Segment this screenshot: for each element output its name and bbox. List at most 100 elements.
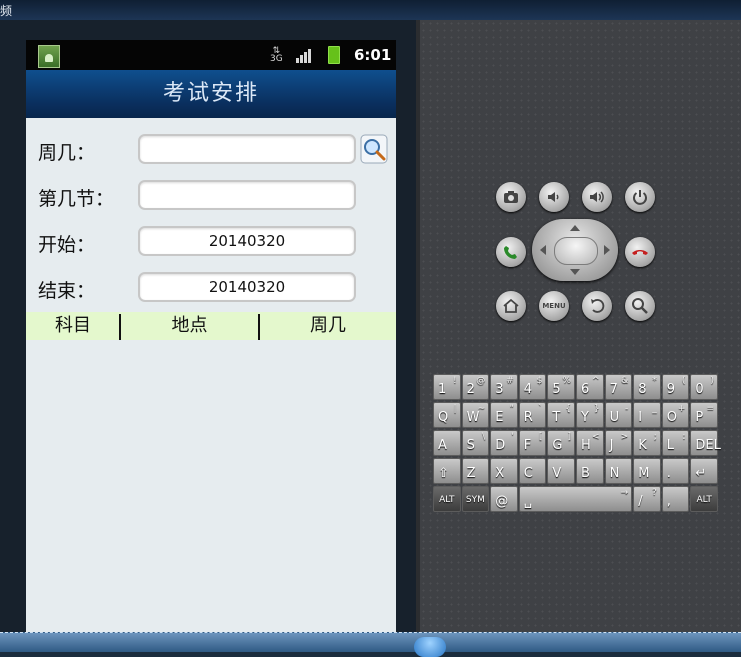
key-2-0[interactable]: A bbox=[433, 430, 461, 456]
period-label: 第几节： bbox=[38, 188, 115, 210]
key-label: 9 bbox=[666, 382, 676, 397]
key-1-6[interactable]: U- bbox=[604, 402, 633, 428]
key-2-7[interactable]: K; bbox=[633, 430, 661, 456]
key-1-3[interactable]: R ` bbox=[518, 402, 547, 428]
key-3-8[interactable]: . bbox=[661, 458, 690, 484]
key-4-0[interactable]: ALT bbox=[433, 486, 461, 512]
key-0-7[interactable]: 8 * bbox=[633, 374, 661, 400]
weekday-label: 周几： bbox=[38, 142, 96, 164]
key-4-3[interactable]: ␣ → bbox=[518, 486, 633, 512]
home-button[interactable] bbox=[496, 291, 526, 321]
key-0-3[interactable]: 4 $ bbox=[518, 374, 547, 400]
power-button[interactable] bbox=[625, 182, 655, 212]
key-0-8[interactable]: 9( bbox=[661, 374, 690, 400]
search-hw-button[interactable] bbox=[625, 291, 655, 321]
key-label: ⇧ bbox=[438, 466, 449, 481]
emulator-keyboard: 1! 2 @3 #4 $5% 6 ^ 7 & 8 * 9(0) Q | W ~ E " R ` T{Y} U - I _ O + P =… bbox=[433, 374, 721, 514]
call-button[interactable] bbox=[496, 237, 526, 267]
key-shift-label: @ bbox=[476, 376, 486, 386]
key-label: A bbox=[438, 438, 447, 453]
camera-button[interactable] bbox=[496, 182, 526, 212]
key-4-2[interactable]: @ bbox=[490, 486, 518, 512]
key-2-6[interactable]: J > bbox=[604, 430, 633, 456]
end-date-input[interactable]: 20140320 bbox=[138, 272, 356, 302]
key-label: X bbox=[495, 466, 505, 481]
key-0-6[interactable]: 7 & bbox=[604, 374, 633, 400]
key-0-1[interactable]: 2 @ bbox=[461, 374, 490, 400]
dpad[interactable] bbox=[532, 219, 618, 281]
period-input[interactable] bbox=[138, 180, 356, 210]
key-label: 1 bbox=[438, 382, 447, 397]
taskbar-start-orb[interactable] bbox=[414, 637, 446, 657]
key-1-5[interactable]: Y} bbox=[576, 402, 604, 428]
status-bar: ⇅ 3G 6:01 bbox=[26, 40, 396, 70]
key-2-5[interactable]: H < bbox=[576, 430, 604, 456]
key-1-8[interactable]: O + bbox=[661, 402, 690, 428]
key-3-2[interactable]: X bbox=[490, 458, 518, 484]
key-label: Q bbox=[438, 410, 449, 425]
search-button[interactable] bbox=[360, 134, 388, 164]
key-2-9[interactable]: DEL bbox=[690, 430, 721, 456]
key-3-6[interactable]: N bbox=[604, 458, 633, 484]
key-shift-label: _ bbox=[652, 404, 657, 414]
key-label: ␣ bbox=[523, 494, 533, 509]
key-2-4[interactable]: G] bbox=[547, 430, 575, 456]
search-icon bbox=[632, 298, 648, 314]
end-call-button[interactable] bbox=[625, 237, 655, 267]
key-1-9[interactable]: P = bbox=[690, 402, 718, 428]
key-label: J bbox=[609, 438, 614, 453]
key-3-5[interactable]: B bbox=[576, 458, 604, 484]
key-2-8[interactable]: L: bbox=[661, 430, 690, 456]
key-2-1[interactable]: S \ bbox=[461, 430, 490, 456]
phone-screen: ⇅ 3G 6:01 考试安排 周几： 第几节： 开始： 20140320 结束： … bbox=[26, 40, 396, 632]
key-0-2[interactable]: 3 # bbox=[490, 374, 518, 400]
key-1-0[interactable]: Q | bbox=[433, 402, 461, 428]
key-label: @ bbox=[495, 494, 509, 509]
key-4-5[interactable]: , bbox=[661, 486, 690, 512]
key-label: . bbox=[666, 466, 671, 481]
key-0-9[interactable]: 0) bbox=[690, 374, 718, 400]
end-label: 结束： bbox=[38, 280, 96, 302]
key-label: K bbox=[638, 438, 647, 453]
key-0-0[interactable]: 1! bbox=[433, 374, 461, 400]
column-weekday: 周几 bbox=[310, 315, 346, 336]
key-1-2[interactable]: E " bbox=[490, 402, 518, 428]
key-4-1[interactable]: SYM bbox=[461, 486, 490, 512]
key-1-7[interactable]: I _ bbox=[633, 402, 661, 428]
key-1-1[interactable]: W ~ bbox=[461, 402, 490, 428]
app-title-bar: 考试安排 bbox=[26, 70, 396, 118]
key-0-4[interactable]: 5% bbox=[547, 374, 575, 400]
key-shift-label: > bbox=[620, 432, 629, 442]
weekday-input[interactable] bbox=[138, 134, 356, 164]
key-label: 7 bbox=[609, 382, 618, 397]
key-3-3[interactable]: C bbox=[518, 458, 547, 484]
key-shift-label: ` bbox=[537, 404, 543, 414]
key-1-4[interactable]: T{ bbox=[547, 402, 575, 428]
key-4-4[interactable]: /? bbox=[633, 486, 661, 512]
key-label: ↵ bbox=[695, 466, 707, 481]
start-date-input[interactable]: 20140320 bbox=[138, 226, 356, 256]
key-label: E bbox=[495, 410, 504, 425]
key-shift-label: { bbox=[565, 404, 571, 414]
key-0-5[interactable]: 6 ^ bbox=[576, 374, 604, 400]
key-2-2[interactable]: D ' bbox=[490, 430, 518, 456]
key-shift-label: ; bbox=[653, 432, 657, 442]
host-titlebar: 频 bbox=[0, 0, 741, 20]
key-label: F bbox=[523, 438, 532, 453]
volume-up-button[interactable] bbox=[582, 182, 612, 212]
key-label: D bbox=[495, 438, 506, 453]
key-3-0[interactable]: ⇧ bbox=[433, 458, 461, 484]
key-shift-label: & bbox=[621, 376, 629, 386]
key-4-6[interactable]: ALT bbox=[690, 486, 718, 512]
key-3-9[interactable]: ↵ bbox=[690, 458, 718, 484]
menu-button[interactable]: MENU bbox=[539, 291, 569, 321]
volume-down-button[interactable] bbox=[539, 182, 569, 212]
key-2-3[interactable]: F[ bbox=[518, 430, 547, 456]
key-3-7[interactable]: M bbox=[633, 458, 661, 484]
key-3-1[interactable]: Z bbox=[461, 458, 490, 484]
back-button[interactable] bbox=[582, 291, 612, 321]
key-3-4[interactable]: V bbox=[547, 458, 575, 484]
key-label: I bbox=[638, 410, 643, 425]
window-title: 频 bbox=[0, 4, 13, 18]
emulator-controls-panel bbox=[416, 20, 741, 632]
